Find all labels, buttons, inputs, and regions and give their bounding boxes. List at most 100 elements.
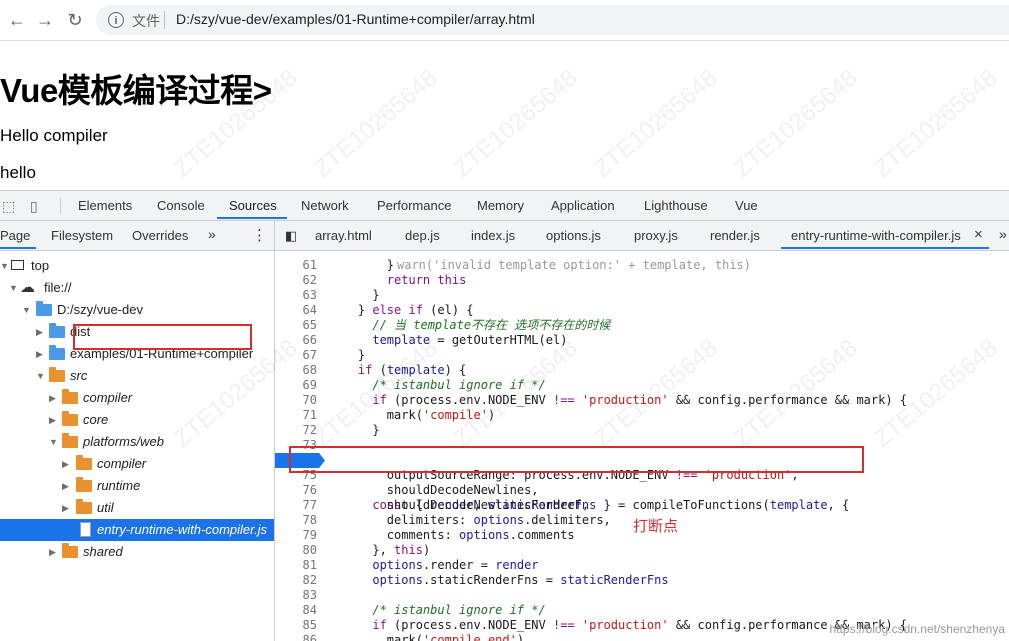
- code-line: 77 shouldDecodeNewlinesForHref,: [302, 498, 590, 512]
- active-tab-indicator: [781, 247, 989, 249]
- code-line: 67 }: [302, 348, 366, 362]
- code-line: 70 if (process.env.NODE_ENV !== 'product…: [302, 393, 908, 407]
- more-tabs-icon[interactable]: »: [999, 226, 1007, 242]
- info-icon[interactable]: i: [108, 12, 124, 28]
- editor-tab-entry-runtime[interactable]: entry-runtime-with-compiler.js: [791, 228, 961, 243]
- code-line: 69 /* istanbul ignore if */: [302, 378, 546, 392]
- frame-icon: [11, 260, 24, 270]
- tab-lighthouse[interactable]: Lighthouse: [644, 198, 708, 213]
- collapse-arrow-icon[interactable]: ▶: [62, 497, 69, 519]
- editor-tab-render-js[interactable]: render.js: [710, 228, 760, 243]
- url-text[interactable]: D:/szy/vue-dev/examples/01-Runtime+compi…: [176, 11, 535, 27]
- collapse-arrow-icon[interactable]: ▶: [49, 409, 56, 431]
- code-line: 65 // 当 template不存在 选项不存在的时候: [302, 318, 611, 332]
- tab-console[interactable]: Console: [157, 198, 205, 213]
- tree-item-web-compiler[interactable]: ▶ compiler: [0, 453, 274, 475]
- devtools-tabbar: ⬚ ▯ Elements Console Sources Network Per…: [0, 191, 1009, 221]
- tree-item-util[interactable]: ▶ util: [0, 497, 274, 519]
- tree-label: core: [83, 412, 109, 427]
- file-icon: [80, 522, 91, 537]
- code-editor: ◧ array.html dep.js index.js options.js …: [275, 221, 1009, 641]
- code-line: 63 }: [302, 288, 380, 302]
- code-line: 81 options.render = render: [302, 558, 539, 572]
- code-line: 80 }, this): [302, 543, 431, 557]
- tree-item-vue-dev[interactable]: ▼ D:/szy/vue-dev: [0, 299, 274, 321]
- forward-icon[interactable]: →: [34, 9, 56, 31]
- tree-item-runtime[interactable]: ▶ runtime: [0, 475, 274, 497]
- devtools-panel: ⬚ ▯ Elements Console Sources Network Per…: [0, 190, 1009, 641]
- editor-tab-index-js[interactable]: index.js: [471, 228, 515, 243]
- expand-arrow-icon[interactable]: ▼: [9, 277, 18, 299]
- editor-tabbar: ◧ array.html dep.js index.js options.js …: [275, 221, 1009, 251]
- expand-arrow-icon[interactable]: ▼: [49, 431, 58, 453]
- tree-item-top[interactable]: ▼ top: [0, 255, 274, 277]
- tree-label: util: [97, 500, 114, 515]
- folder-icon: [62, 543, 78, 558]
- collapse-arrow-icon[interactable]: ▶: [49, 541, 56, 563]
- tab-overrides[interactable]: Overrides: [132, 228, 188, 243]
- folder-icon: [76, 455, 92, 470]
- tree-item-compiler[interactable]: ▶ compiler: [0, 387, 274, 409]
- code-line: 71 mark('compile'): [302, 408, 496, 422]
- cloud-icon: ☁: [20, 279, 35, 296]
- divider: [164, 11, 165, 29]
- tree-item-file-origin[interactable]: ▼ ☁ file://: [0, 277, 274, 299]
- highlight-box: [289, 446, 864, 473]
- close-tab-icon[interactable]: ×: [974, 226, 983, 243]
- watermark: ZTE10265648: [308, 64, 443, 183]
- tree-item-core[interactable]: ▶ core: [0, 409, 274, 431]
- code-line: 83: [302, 588, 317, 602]
- more-tabs-icon[interactable]: »: [208, 226, 216, 242]
- code-line: 82 options.staticRenderFns = staticRende…: [302, 573, 669, 587]
- watermark: ZTE10265648: [728, 64, 863, 183]
- code-line: 84 /* istanbul ignore if */: [302, 603, 546, 617]
- watermark: ZTE10265648: [868, 64, 1003, 183]
- expand-arrow-icon[interactable]: ▼: [0, 255, 9, 277]
- editor-tab-array-html[interactable]: array.html: [315, 228, 372, 243]
- tab-vue[interactable]: Vue: [735, 198, 758, 213]
- editor-tab-dep-js[interactable]: dep.js: [405, 228, 440, 243]
- reload-icon[interactable]: ↻: [64, 9, 86, 31]
- collapse-arrow-icon[interactable]: ▶: [62, 453, 69, 475]
- collapse-arrow-icon[interactable]: ▶: [36, 321, 43, 343]
- tab-network[interactable]: Network: [301, 198, 349, 213]
- credit-text: https://blog.csdn.net/shenzhenya: [829, 622, 1005, 636]
- tab-performance[interactable]: Performance: [377, 198, 451, 213]
- highlight-box: [73, 324, 252, 350]
- editor-tab-options-js[interactable]: options.js: [546, 228, 601, 243]
- device-toolbar-icon[interactable]: ▯: [30, 198, 38, 215]
- active-tab-indicator: [0, 247, 36, 249]
- tree-item-src[interactable]: ▼ src: [0, 365, 274, 387]
- toggle-navigator-icon[interactable]: ◧: [285, 228, 297, 244]
- tab-memory[interactable]: Memory: [477, 198, 524, 213]
- annotation-text: 打断点: [633, 518, 679, 535]
- tree-label: platforms/web: [83, 434, 164, 449]
- code-line: 76 shouldDecodeNewlines,: [302, 483, 539, 497]
- menu-icon[interactable]: ⋮: [252, 226, 267, 244]
- tab-application[interactable]: Application: [551, 198, 615, 213]
- address-bar[interactable]: i 文件 D:/szy/vue-dev/examples/01-Runtime+…: [96, 5, 1009, 35]
- tab-filesystem[interactable]: Filesystem: [51, 228, 113, 243]
- tree-label: compiler: [97, 456, 147, 471]
- tab-sources[interactable]: Sources: [229, 198, 277, 213]
- folder-icon: [76, 477, 92, 492]
- collapse-arrow-icon[interactable]: ▶: [62, 475, 69, 497]
- tab-elements[interactable]: Elements: [78, 198, 132, 213]
- page-text-line2: hello: [0, 163, 36, 182]
- tree-item-shared[interactable]: ▶ shared: [0, 541, 274, 563]
- tab-page[interactable]: Page: [0, 228, 30, 243]
- inspect-element-icon[interactable]: ⬚: [2, 198, 15, 215]
- tree-item-platforms-web[interactable]: ▼ platforms/web: [0, 431, 274, 453]
- folder-icon: [49, 323, 65, 338]
- editor-tab-proxy-js[interactable]: proxy.js: [634, 228, 678, 243]
- expand-arrow-icon[interactable]: ▼: [36, 365, 45, 387]
- folder-icon: [62, 411, 78, 426]
- tree-item-entry-file[interactable]: entry-runtime-with-compiler.js: [0, 519, 274, 541]
- folder-icon: [76, 499, 92, 514]
- back-icon[interactable]: ←: [6, 9, 28, 31]
- collapse-arrow-icon[interactable]: ▶: [49, 387, 56, 409]
- expand-arrow-icon[interactable]: ▼: [22, 299, 31, 321]
- tree-label: shared: [83, 544, 123, 559]
- collapse-arrow-icon[interactable]: ▶: [36, 343, 43, 365]
- folder-icon: [49, 345, 65, 360]
